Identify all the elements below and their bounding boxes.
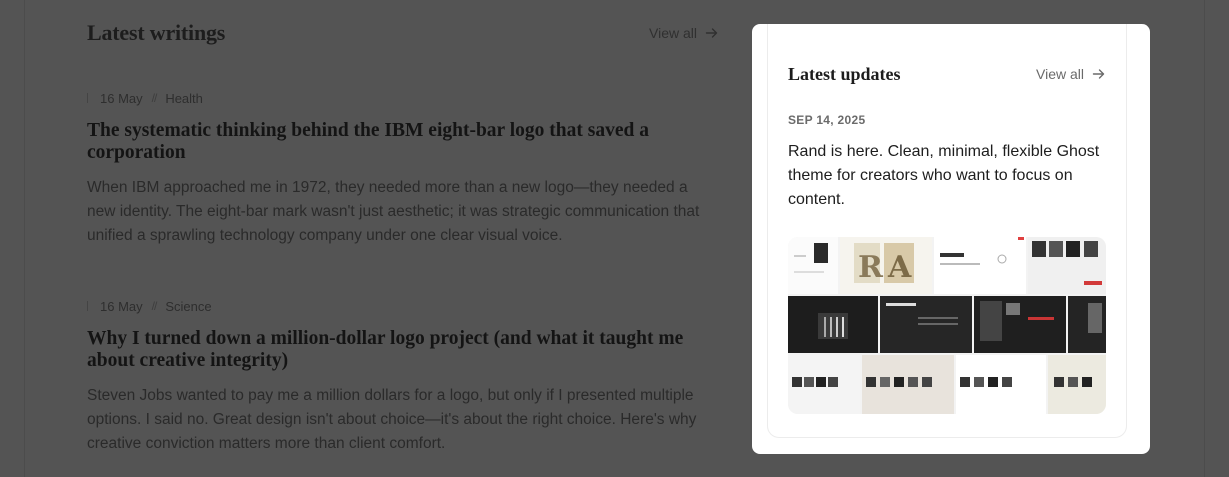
collage-image: R A: [788, 237, 1106, 414]
writings-view-all-link[interactable]: View all: [649, 25, 719, 41]
updates-title: Latest updates: [788, 64, 901, 84]
updates-view-all-link[interactable]: View all: [1036, 66, 1106, 82]
update-text: Rand is here. Clean, minimal, flexible G…: [788, 143, 1100, 208]
updates-card-content: Latest updates View all SEP 14, 2025 Ran…: [752, 24, 1150, 454]
post-meta: 16 May // Science: [87, 298, 719, 314]
post-date: 16 May: [100, 90, 143, 106]
writings-view-all-label: View all: [649, 25, 697, 41]
writings-title: Latest writings: [87, 20, 226, 45]
updates-header: Latest updates View all: [788, 64, 1106, 84]
post-meta: 16 May // Health: [87, 90, 719, 106]
post-item: 16 May // Health The systematic thinking…: [87, 90, 719, 248]
writings-header: Latest writings View all: [87, 20, 719, 48]
meta-separator: //: [151, 91, 158, 105]
post-category[interactable]: Health: [165, 91, 203, 106]
updates-view-all-label: View all: [1036, 66, 1084, 82]
svg-text:A: A: [887, 250, 912, 285]
post-excerpt: Steven Jobs wanted to pay me a million d…: [87, 387, 697, 452]
arrow-right-icon: [1092, 69, 1105, 79]
update-date: SEP 14, 2025: [788, 113, 866, 127]
post-date: 16 May: [100, 298, 143, 314]
post-item: 16 May // Science Why I turned down a mi…: [87, 298, 719, 456]
post-title-link[interactable]: Why I turned down a million-dollar logo …: [87, 328, 719, 372]
meta-marker: [87, 93, 88, 103]
post-title-link[interactable]: The systematic thinking behind the IBM e…: [87, 120, 719, 164]
svg-text:R: R: [858, 250, 884, 285]
arrow-right-icon: [705, 28, 718, 38]
meta-marker: [87, 301, 88, 311]
post-category[interactable]: Science: [165, 299, 211, 314]
theme-preview-collage[interactable]: R A: [788, 237, 1106, 414]
post-excerpt: When IBM approached me in 1972, they nee…: [87, 179, 700, 244]
meta-separator: //: [151, 299, 158, 313]
